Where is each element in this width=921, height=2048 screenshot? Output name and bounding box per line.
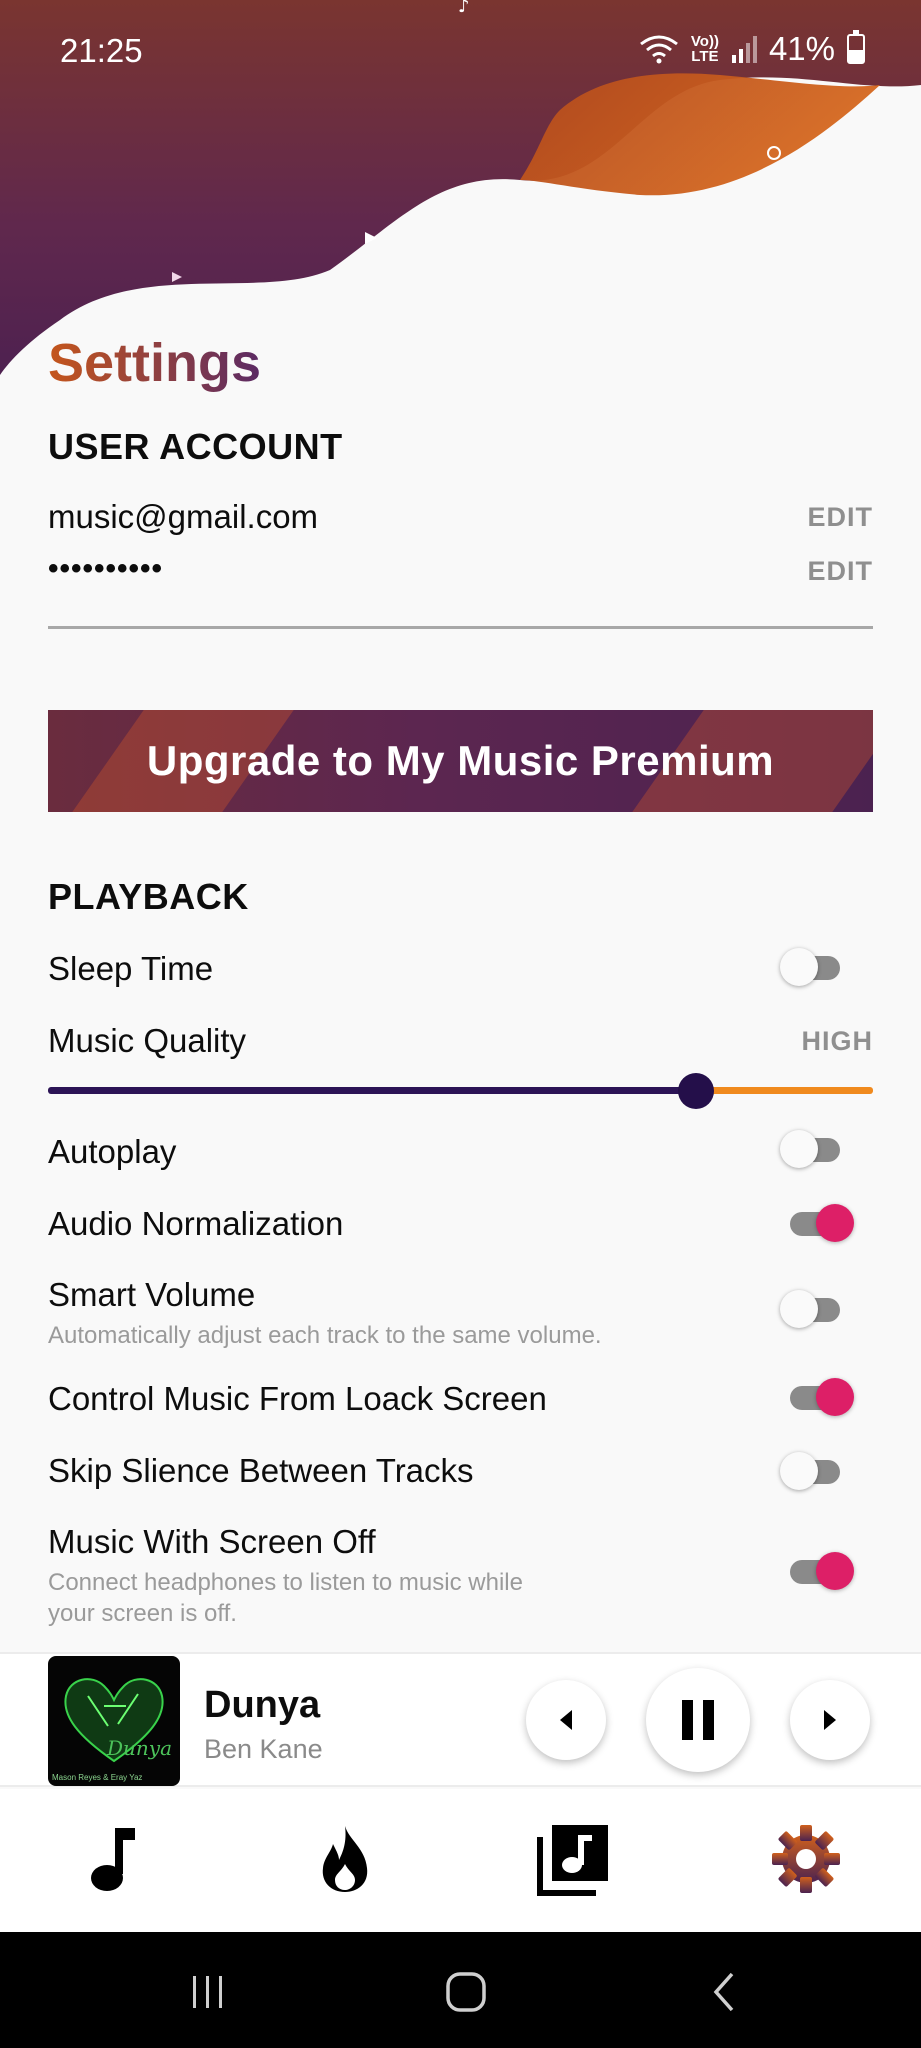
screen-off-toggle[interactable] — [780, 1546, 854, 1596]
pause-button[interactable] — [646, 1668, 750, 1772]
now-playing-bar[interactable]: Dunya Mason Reyes & Eray Yaz Dunya Ben K… — [0, 1652, 921, 1787]
volte-indicator: Vo)) LTE — [690, 33, 719, 65]
account-email: music@gmail.com — [48, 498, 319, 535]
album-art[interactable]: Dunya Mason Reyes & Eray Yaz — [48, 1656, 180, 1786]
user-account-heading: USER ACCOUNT — [48, 426, 343, 467]
next-button[interactable] — [790, 1680, 870, 1760]
edit-email-button[interactable]: EDIT — [807, 502, 873, 533]
battery-percentage: 41% — [768, 30, 835, 67]
nav-settings[interactable] — [766, 1819, 846, 1899]
account-password: •••••••••• — [48, 552, 164, 585]
bottom-navigation — [0, 1789, 921, 1932]
pause-icon — [682, 1700, 714, 1740]
slider-thumb[interactable] — [678, 1073, 714, 1109]
battery-icon — [847, 30, 865, 64]
autoplay-label: Autoplay — [48, 1133, 177, 1170]
system-navigation-bar — [0, 1932, 921, 2048]
playback-heading: PLAYBACK — [48, 876, 249, 917]
music-quality-value: HIGH — [801, 1026, 873, 1056]
status-indicators: Vo)) LTE 41% — [639, 30, 865, 68]
screen-off-description-line2: your screen is off. — [48, 1600, 237, 1627]
status-bar: 21:25 Vo)) LTE 41% — [0, 0, 921, 100]
slider-filled-track — [48, 1087, 696, 1094]
account-divider — [48, 626, 873, 629]
gear-icon — [772, 1825, 840, 1893]
skip-silence-toggle[interactable] — [780, 1446, 842, 1496]
page-title: Settings — [48, 333, 262, 393]
sleep-time-toggle[interactable] — [780, 942, 842, 992]
wifi-icon — [639, 35, 678, 64]
sleep-time-label: Sleep Time — [48, 950, 214, 987]
next-icon — [824, 1710, 836, 1730]
signal-icon — [731, 36, 757, 63]
music-quality-slider[interactable] — [48, 1070, 873, 1110]
recent-apps-button[interactable] — [178, 1962, 238, 2022]
album-heart-art — [64, 1678, 164, 1763]
home-button[interactable] — [436, 1962, 496, 2022]
previous-button[interactable] — [526, 1680, 606, 1760]
screen-off-label: Music With Screen Off — [48, 1523, 376, 1560]
back-icon — [713, 1972, 734, 2012]
nav-library[interactable] — [534, 1819, 614, 1899]
edit-password-button[interactable]: EDIT — [807, 556, 873, 587]
music-note-icon — [91, 1828, 135, 1891]
smart-volume-label: Smart Volume — [48, 1276, 256, 1313]
smart-volume-toggle[interactable] — [780, 1284, 842, 1334]
back-button[interactable] — [694, 1962, 754, 2022]
music-quality-label: Music Quality — [48, 1022, 247, 1059]
status-time: 21:25 — [60, 32, 143, 69]
library-icon — [537, 1825, 608, 1896]
audio-normalization-label: Audio Normalization — [48, 1205, 344, 1242]
audio-normalization-toggle[interactable] — [780, 1198, 854, 1248]
screen-off-description-line1: Connect headphones to listen to music wh… — [48, 1569, 523, 1596]
home-icon — [446, 1972, 486, 2012]
track-title: Dunya — [204, 1684, 321, 1726]
lock-screen-control-label: Control Music From Loack Screen — [48, 1380, 547, 1417]
upgrade-premium-label: Upgrade to My Music Premium — [146, 737, 775, 784]
nav-trending[interactable] — [305, 1819, 385, 1899]
track-artist: Ben Kane — [204, 1734, 323, 1764]
autoplay-toggle[interactable] — [780, 1124, 842, 1174]
lock-screen-control-toggle[interactable] — [780, 1372, 854, 1422]
upgrade-premium-button[interactable]: Upgrade to My Music Premium — [48, 710, 873, 812]
previous-icon — [560, 1710, 572, 1730]
nav-music[interactable] — [74, 1819, 154, 1899]
smart-volume-description: Automatically adjust each track to the s… — [48, 1322, 602, 1349]
recent-apps-icon — [193, 1976, 222, 2008]
album-art-title: Dunya — [106, 1736, 172, 1760]
fire-icon — [322, 1826, 368, 1892]
skip-silence-label: Skip Slience Between Tracks — [48, 1452, 474, 1489]
album-art-credits: Mason Reyes & Eray Yaz — [52, 1773, 143, 1782]
slider-remaining-track — [696, 1087, 873, 1094]
